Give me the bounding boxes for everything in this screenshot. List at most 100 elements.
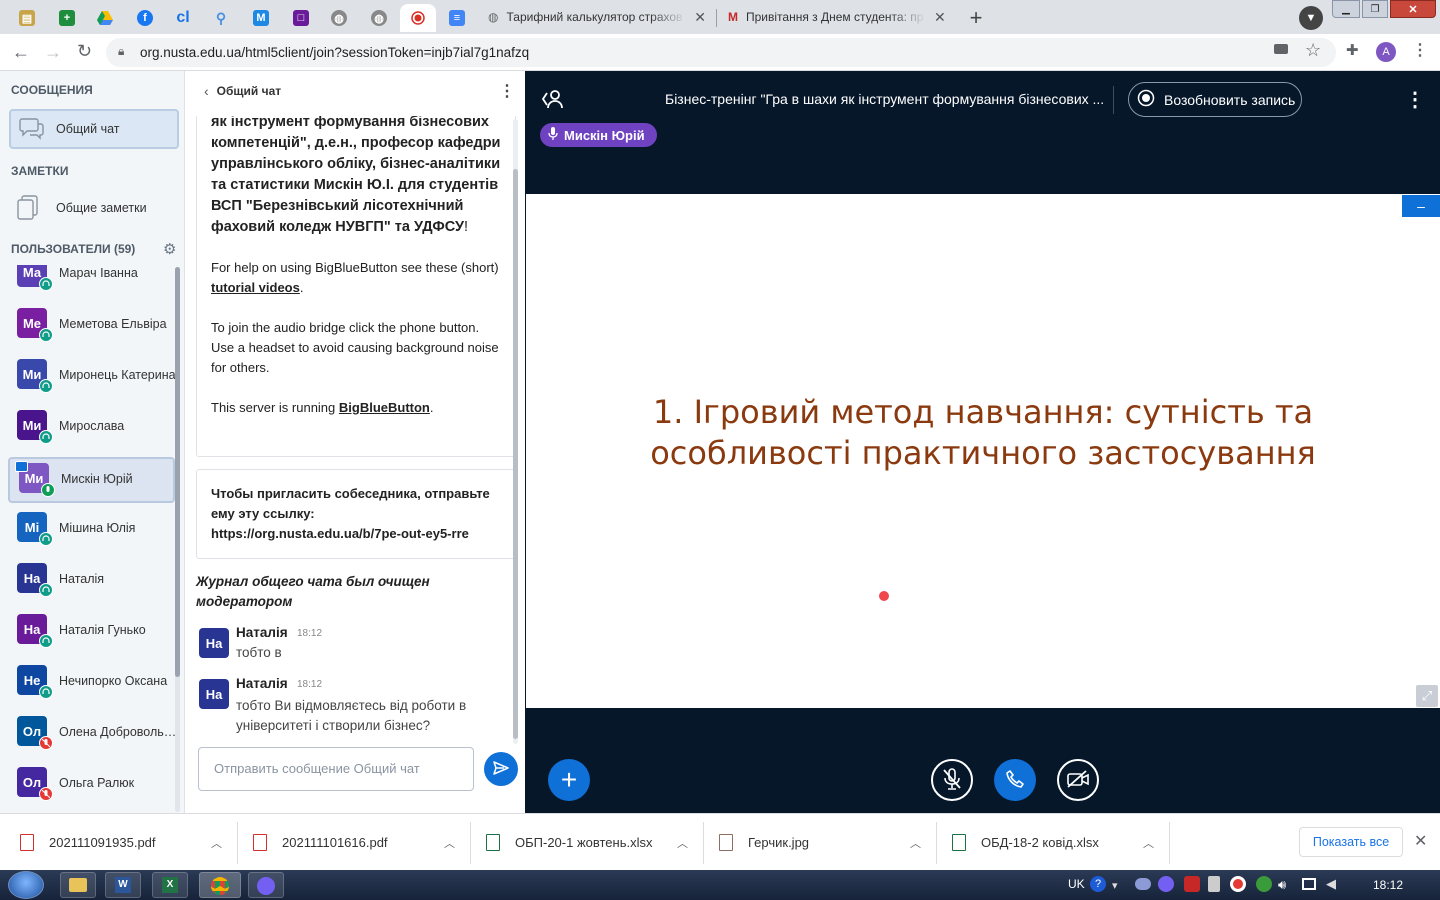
chat-scrollbar[interactable] — [513, 119, 518, 744]
user-list-scrollbar[interactable] — [175, 267, 180, 812]
forward-arrow-icon[interactable]: → — [44, 42, 62, 63]
new-tab-button[interactable]: + — [960, 4, 992, 32]
browser-menu-icon[interactable]: ⋮ — [1412, 40, 1428, 60]
start-button[interactable] — [8, 871, 44, 899]
tray-expand-icon[interactable]: ▾ — [1112, 879, 1118, 892]
antivirus-icon[interactable] — [1184, 876, 1200, 892]
user-list-item[interactable]: Ол Ольга Ралюк — [8, 763, 175, 809]
back-arrow-icon[interactable]: ← — [12, 42, 30, 63]
settings-gear-icon[interactable]: ⚙ — [163, 240, 176, 258]
address-bar[interactable]: 🔒︎ org.nusta.edu.ua/html5client/join?ses… — [106, 38, 1336, 67]
close-shelf-icon[interactable]: ✕ — [1414, 831, 1427, 851]
leave-audio-button[interactable] — [994, 759, 1036, 801]
help-icon[interactable]: ? — [1090, 876, 1106, 892]
show-all-downloads-button[interactable]: Показать все — [1299, 827, 1403, 857]
user-list-item[interactable]: На Наталія — [8, 559, 175, 605]
pinned-tab-2[interactable]: + — [50, 4, 84, 32]
cloud-icon[interactable] — [1135, 878, 1151, 890]
speaker-muted-icon[interactable]: ◀ — [1326, 876, 1336, 892]
user-list-item[interactable]: Ми Миронець Катерина — [8, 355, 176, 401]
download-item[interactable]: 202111091935.pdf ︿ — [20, 814, 235, 871]
unmute-button[interactable] — [931, 759, 973, 801]
chat-options-icon[interactable]: ⋮ — [499, 81, 515, 101]
share-webcam-button[interactable] — [1057, 759, 1099, 801]
close-tab-icon[interactable]: ✕ — [694, 9, 706, 26]
chevron-up-icon[interactable]: ︿ — [444, 835, 455, 851]
public-chat-item[interactable]: Общий чат — [9, 109, 179, 149]
pinned-tab-docs[interactable]: ≡ — [440, 4, 474, 32]
taskbar-explorer[interactable] — [60, 872, 96, 898]
extensions-puzzle-icon[interactable]: ✚ — [1346, 41, 1359, 59]
user-list-item[interactable]: Ми Мирослава — [8, 406, 175, 452]
chat-back-button[interactable]: ‹ Общий чат — [204, 83, 281, 99]
network-icon[interactable] — [1302, 878, 1316, 890]
pinned-tab-maps[interactable]: ⚲ — [204, 4, 238, 32]
invite-link[interactable]: https://org.nusta.edu.ua/b/7pe-out-ey5-r… — [211, 524, 501, 544]
resume-recording-button[interactable]: Возобновить запись — [1128, 82, 1302, 117]
input-language[interactable]: UK — [1068, 877, 1085, 891]
tutorial-videos-link[interactable]: tutorial videos — [211, 280, 300, 295]
pinned-tab-m[interactable]: M — [244, 4, 278, 32]
pinned-tab-1[interactable]: ▤ — [10, 4, 44, 32]
bigbluebutton-link[interactable]: BigBlueButton — [339, 400, 430, 415]
talking-indicator[interactable]: Мискін Юрій — [540, 123, 657, 147]
reload-icon[interactable]: ↻ — [77, 41, 92, 62]
profile-avatar[interactable]: A — [1376, 42, 1396, 62]
user-list-item[interactable]: На Наталія Гунько — [8, 610, 175, 656]
chevron-up-icon[interactable]: ︿ — [211, 835, 222, 851]
download-item[interactable]: ОБД-18-2 ковід.xlsx ︿ — [952, 814, 1167, 871]
taskbar-excel[interactable]: X — [152, 872, 188, 898]
toggle-userlist-icon[interactable] — [541, 88, 565, 113]
opera-icon[interactable] — [1230, 876, 1246, 892]
active-tab-bigbluebutton[interactable] — [400, 4, 436, 32]
url-text: org.nusta.edu.ua/html5client/join?sessio… — [140, 45, 530, 60]
minimize-presentation-button[interactable]: – — [1402, 195, 1440, 217]
user-list-item[interactable]: Ме Меметова Ельвіра — [8, 304, 175, 350]
plus-icon: + — [560, 764, 578, 795]
clock[interactable]: 18:12 — [1373, 878, 1403, 892]
fullscreen-button[interactable]: ⤢ — [1416, 685, 1438, 707]
tab-insurance-calculator[interactable]: ◍ Тарифний калькулятор страхов ✕ — [478, 2, 716, 32]
user-list-item[interactable]: Ма Марач Іванна — [8, 265, 175, 299]
pinned-tab-cl[interactable]: cl — [166, 4, 200, 32]
chevron-up-icon[interactable]: ︿ — [910, 835, 921, 851]
restore-icon[interactable]: ❐ — [1362, 0, 1388, 18]
taskbar-word[interactable]: W — [105, 872, 141, 898]
viber-tray-icon[interactable] — [1158, 876, 1174, 892]
pinned-tab-drive[interactable] — [88, 4, 122, 32]
camera-blocked-icon[interactable] — [1274, 44, 1288, 54]
close-window-icon[interactable]: ✕ — [1390, 0, 1436, 18]
pinned-tab-globe1[interactable]: ◍ — [322, 4, 356, 32]
taskbar-chrome[interactable] — [199, 872, 241, 898]
download-item[interactable]: ОБП-20-1 жовтень.xlsx ︿ — [486, 814, 701, 871]
chevron-up-icon[interactable]: ︿ — [677, 835, 688, 851]
meeting-options-icon[interactable]: ⋮ — [1405, 87, 1425, 112]
user-list-item[interactable]: Не Нечипорко Оксана — [8, 661, 175, 707]
taskbar-viber[interactable] — [248, 872, 284, 898]
pinned-tab-globe2[interactable]: ◍ — [362, 4, 396, 32]
actions-button[interactable]: + — [548, 759, 590, 801]
minimize-icon[interactable]: ▁ — [1332, 0, 1360, 18]
tab-student-day[interactable]: M Привітання з Днем студента: пр ✕ — [718, 2, 956, 32]
user-list-item[interactable]: Ми Мискін Юрій — [8, 457, 175, 503]
bookmark-star-icon[interactable]: ☆ — [1305, 40, 1321, 61]
chat-message-input[interactable]: Отправить сообщение Общий чат — [198, 747, 474, 791]
chat-panel: ‹ Общий чат ⋮ як інструмент формування б… — [186, 71, 525, 813]
minus-icon: – — [1417, 198, 1425, 214]
user-list-item[interactable]: Ол Олена Добровольська — [8, 712, 177, 758]
close-tab-icon[interactable]: ✕ — [934, 9, 946, 26]
send-message-button[interactable] — [484, 752, 518, 786]
user-list-item[interactable]: Мі Мішина Юлія — [8, 508, 175, 554]
pinned-tab-square[interactable]: □ — [284, 4, 318, 32]
shared-notes-item[interactable]: Общие заметки — [9, 189, 179, 227]
chevron-up-icon[interactable]: ︿ — [1143, 835, 1154, 851]
download-item[interactable]: 202111101616.pdf ︿ — [253, 814, 468, 871]
pinned-tab-facebook[interactable]: f — [128, 4, 162, 32]
download-item[interactable]: Герчик.jpg ︿ — [719, 814, 934, 871]
volume-icon[interactable]: 🔊︎ — [1278, 877, 1286, 893]
usb-device-icon[interactable] — [1208, 876, 1220, 892]
tray-app-icon[interactable] — [1256, 876, 1272, 892]
user-list-sidebar: СООБЩЕНИЯ Общий чат ЗАМЕТКИ Общие заметк… — [0, 71, 185, 813]
download-separator — [1169, 822, 1170, 864]
tab-search-button[interactable]: ▼ — [1299, 6, 1323, 30]
